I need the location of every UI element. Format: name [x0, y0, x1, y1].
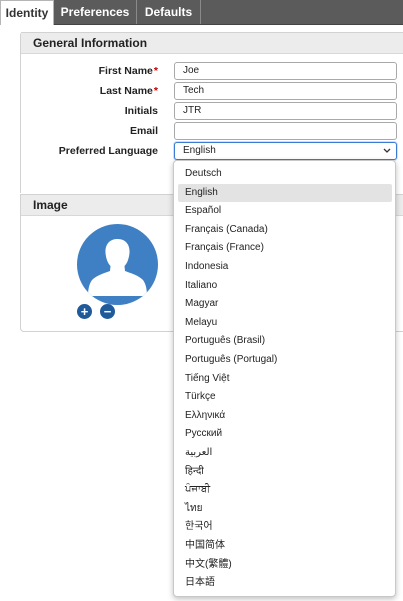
last-name-row: Last Name* Tech — [21, 82, 403, 101]
language-option[interactable]: Ελληνικά — [178, 407, 392, 425]
tab-identity-label: Identity — [5, 6, 49, 20]
language-option[interactable]: Português (Brasil) — [178, 332, 392, 350]
language-option[interactable]: Italiano — [178, 277, 392, 295]
first-name-row: First Name* Joe — [21, 62, 403, 81]
language-option[interactable]: English — [178, 183, 392, 202]
email-field[interactable] — [174, 122, 397, 140]
language-option[interactable]: ਪੰਜਾਬੀ — [178, 481, 392, 499]
required-marker: * — [153, 85, 158, 97]
tab-defaults-label: Defaults — [144, 5, 193, 19]
initials-field[interactable]: JTR — [174, 102, 397, 120]
language-option[interactable]: ไทย — [178, 500, 392, 518]
language-option[interactable]: 中文(繁體) — [178, 556, 392, 574]
required-marker: * — [153, 65, 158, 77]
tab-preferences-label: Preferences — [60, 5, 130, 19]
language-option[interactable]: Magyar — [178, 295, 392, 313]
language-option[interactable]: Türkçe — [178, 388, 392, 406]
language-option[interactable]: 한국어 — [178, 518, 392, 536]
language-option[interactable]: Indonesia — [178, 258, 392, 276]
tab-bar: Identity Preferences Defaults — [0, 0, 403, 25]
language-option[interactable]: Русский — [178, 425, 392, 443]
initials-label: Initials — [124, 105, 158, 117]
language-option[interactable]: Tiếng Việt — [178, 370, 392, 388]
plus-circle-icon[interactable]: + — [77, 304, 92, 319]
tab-preferences[interactable]: Preferences — [54, 0, 137, 24]
initials-row: Initials JTR — [21, 102, 403, 121]
user-silhouette-icon — [77, 224, 158, 305]
language-option[interactable]: Français (Canada) — [178, 221, 392, 239]
language-option[interactable]: Deutsch — [178, 165, 392, 183]
last-name-label: Last Name* — [99, 85, 158, 97]
preferred-language-value: English — [183, 145, 216, 156]
language-option[interactable]: Melayu — [178, 314, 392, 332]
email-label: Email — [129, 125, 158, 137]
minus-circle-icon[interactable]: − — [100, 304, 115, 319]
tab-identity[interactable]: Identity — [0, 0, 54, 25]
general-information-header: General Information — [21, 32, 403, 54]
language-option[interactable]: हिन्दी — [178, 463, 392, 481]
email-row: Email — [21, 122, 403, 141]
language-option[interactable]: Français (France) — [178, 239, 392, 257]
preferred-language-select[interactable]: English — [174, 142, 397, 160]
tab-defaults[interactable]: Defaults — [137, 0, 201, 24]
language-option[interactable]: العربية — [178, 444, 392, 462]
first-name-field[interactable]: Joe — [174, 62, 397, 80]
language-dropdown-list[interactable]: Deutsch English Español Français (Canada) Fr… — [173, 160, 396, 597]
preferred-language-row: Preferred Language English — [21, 142, 403, 161]
language-option[interactable]: Português (Portugal) — [178, 351, 392, 369]
preferred-language-label: Preferred Language — [58, 145, 158, 157]
language-option[interactable]: 日本語 — [178, 574, 392, 592]
language-option[interactable]: 中国简体 — [178, 537, 392, 555]
language-option[interactable]: Español — [178, 202, 392, 220]
first-name-label: First Name* — [98, 65, 158, 77]
last-name-field[interactable]: Tech — [174, 82, 397, 100]
